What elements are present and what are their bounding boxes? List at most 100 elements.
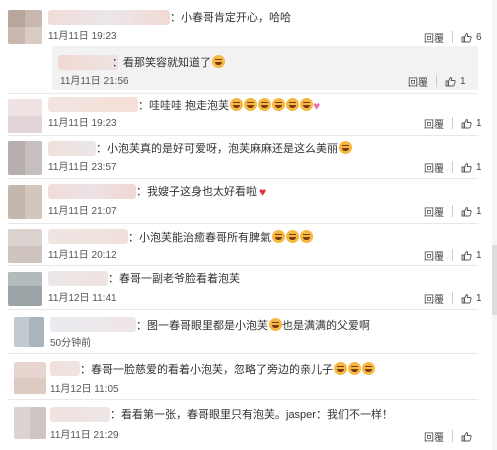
like-icon[interactable] xyxy=(461,118,472,129)
comment-text: ：小泡芙能治癒春哥所有脾氣 xyxy=(128,230,313,246)
emoji-icon xyxy=(339,141,352,154)
comment-text: ：看看第一张，春哥眼里只有泡芙。jasper：我们不一样！ xyxy=(110,409,393,421)
comment-text: ：春哥一脸慈爱的看着小泡芙，忽略了旁边的亲儿子 xyxy=(80,362,375,378)
comment-actions: 回覆 1 xyxy=(424,290,482,306)
action-separator xyxy=(452,430,453,442)
username[interactable] xyxy=(50,407,110,422)
action-separator xyxy=(452,205,453,217)
avatar[interactable] xyxy=(14,317,44,347)
avatar[interactable] xyxy=(8,99,42,133)
comment-10: ：看看第一张，春哥眼里只有泡芙。jasper：我们不一样！ 11月11日 21:… xyxy=(0,399,497,450)
comment-9: ：春哥一脸慈爱的看着小泡芙，忽略了旁边的亲儿子 11月12日 11:05 xyxy=(0,353,497,399)
comment-time: 11月12日 11:41 xyxy=(48,293,117,304)
reply-time: 11月11日 21:56 xyxy=(60,76,129,87)
comment-actions: 回覆 6 xyxy=(424,29,482,45)
reply-button[interactable]: 回覆 xyxy=(424,160,444,175)
comment-time: 50分钟前 xyxy=(50,338,92,349)
comment-time: 11月11日 20:12 xyxy=(48,250,117,261)
action-separator xyxy=(436,75,437,87)
comment-time: 11月11日 19:23 xyxy=(48,31,117,42)
emoji-icon xyxy=(212,55,225,68)
like-icon[interactable] xyxy=(445,76,456,87)
emoji-icon xyxy=(334,362,347,375)
emoji-icon xyxy=(272,98,286,111)
reply-text: ：看那笑容就知道了 xyxy=(112,55,225,71)
username[interactable] xyxy=(48,184,136,199)
like-count: 1 xyxy=(476,161,482,173)
emoji-icon xyxy=(286,230,299,243)
comment-text: ：图一春哥眼里都是小泡芙 也是满满的父爱啊 xyxy=(136,318,370,332)
reply-button[interactable]: 回覆 xyxy=(408,74,428,89)
reply-button[interactable]: 回覆 xyxy=(424,30,444,45)
comment-actions: 回覆 1 xyxy=(424,203,482,219)
comment-8: ：图一春哥眼里都是小泡芙 也是满满的父爱啊 50分钟前 xyxy=(0,309,497,353)
emoji-icon xyxy=(362,362,375,375)
avatar[interactable] xyxy=(14,407,46,439)
comment-6: ：小泡芙能治癒春哥所有脾氣 11月11日 20:12 回覆 1 xyxy=(0,223,497,265)
username[interactable] xyxy=(50,361,80,376)
avatar[interactable] xyxy=(8,10,42,44)
reply-actions: 回覆 1 xyxy=(408,73,466,89)
reply-box: ：看那笑容就知道了 11月11日 21:56 回覆 1 xyxy=(52,46,478,90)
username[interactable] xyxy=(50,317,136,332)
username[interactable] xyxy=(48,271,108,286)
like-icon[interactable] xyxy=(461,431,472,442)
username[interactable] xyxy=(48,10,170,25)
action-separator xyxy=(452,117,453,129)
avatar[interactable] xyxy=(14,362,46,394)
action-separator xyxy=(452,31,453,43)
emoji-icon xyxy=(300,98,314,111)
emoji-icon xyxy=(286,98,300,111)
like-icon[interactable] xyxy=(461,162,472,173)
action-separator xyxy=(452,292,453,304)
action-separator xyxy=(452,249,453,261)
heart-icon: ♥ xyxy=(259,185,267,199)
avatar[interactable] xyxy=(8,272,42,306)
comment-text: ：哇哇哇 抱走泡芙 ♥ xyxy=(138,98,321,113)
comment-actions: 回覆 1 xyxy=(424,159,482,175)
comment-actions: 回覆 xyxy=(424,428,476,444)
reply-button[interactable]: 回覆 xyxy=(424,429,444,444)
comment-7: ：春哥一副老爷脸看着泡芙 11月12日 11:41 回覆 1 xyxy=(0,265,497,309)
comment-time: 11月11日 19:23 xyxy=(48,118,117,129)
username[interactable] xyxy=(58,55,118,70)
username[interactable] xyxy=(48,229,128,244)
emoji-icon xyxy=(258,98,272,111)
reply-button[interactable]: 回覆 xyxy=(424,291,444,306)
reply-button[interactable]: 回覆 xyxy=(424,204,444,219)
avatar[interactable] xyxy=(8,185,42,219)
comment-actions: 回覆 1 xyxy=(424,115,482,131)
like-count: 1 xyxy=(476,249,482,261)
action-separator xyxy=(452,161,453,173)
reply-button[interactable]: 回覆 xyxy=(424,248,444,263)
emoji-icon xyxy=(300,230,313,243)
comment-text: ：小春哥肯定开心，哈哈 xyxy=(170,12,291,24)
comment-3: ：哇哇哇 抱走泡芙 ♥ 11月11日 19:23 回覆 1 xyxy=(0,93,497,135)
like-icon[interactable] xyxy=(461,32,472,43)
comment-1: ：小春哥肯定开心，哈哈 11月11日 19:23 回覆 6 xyxy=(0,0,497,46)
emoji-icon xyxy=(348,362,361,375)
heart-icon: ♥ xyxy=(313,99,321,113)
like-count: 6 xyxy=(476,31,482,43)
like-icon[interactable] xyxy=(461,293,472,304)
emoji-icon xyxy=(269,318,282,331)
avatar[interactable] xyxy=(8,229,42,263)
username[interactable] xyxy=(48,97,138,112)
comment-4: ：小泡芙真的是好可爱呀，泡芙麻麻还是这么美丽 11月11日 23:57 回覆 1 xyxy=(0,135,497,178)
avatar[interactable] xyxy=(8,141,42,175)
comment-5: ：我嫂子这身也太好看啦 ♥ 11月11日 21:07 回覆 1 xyxy=(0,178,497,223)
like-icon[interactable] xyxy=(461,250,472,261)
comment-text: ：我嫂子这身也太好看啦 ♥ xyxy=(136,185,267,199)
comment-text: ：小泡芙真的是好可爱呀，泡芙麻麻还是这么美丽 xyxy=(96,141,352,157)
reply-button[interactable]: 回覆 xyxy=(424,116,444,131)
emoji-icon xyxy=(272,230,285,243)
comment-time: 11月11日 21:07 xyxy=(48,206,117,217)
like-count: 1 xyxy=(476,117,482,129)
like-icon[interactable] xyxy=(461,206,472,217)
emoji-icon xyxy=(230,98,244,111)
like-count: 1 xyxy=(476,292,482,304)
comment-time: 11月12日 11:05 xyxy=(50,384,119,395)
comment-text: ：春哥一副老爷脸看着泡芙 xyxy=(108,273,240,285)
comment-time: 11月11日 21:29 xyxy=(50,430,119,441)
username[interactable] xyxy=(48,141,96,156)
